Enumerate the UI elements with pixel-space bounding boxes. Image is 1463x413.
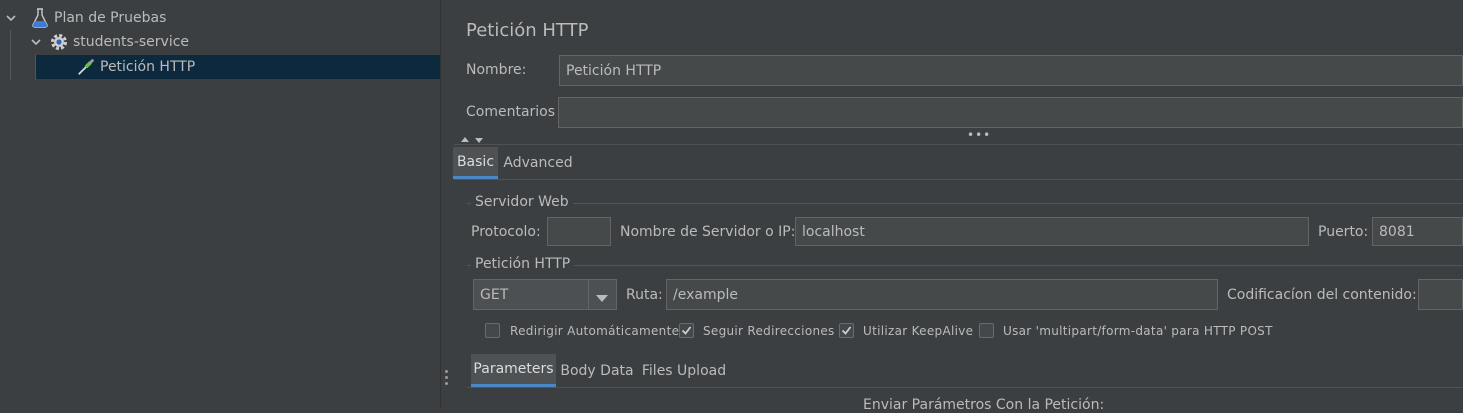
redirect-auto-label: Redirigir Automáticamente (510, 324, 680, 338)
splitter-grip[interactable] (445, 382, 448, 385)
port-field[interactable]: 8081 (1372, 217, 1463, 246)
multipart-checkbox[interactable] (979, 323, 994, 338)
comments-field[interactable] (558, 97, 1463, 128)
name-label: Nombre: (466, 62, 527, 78)
name-field[interactable]: Petición HTTP (559, 55, 1463, 86)
divider (454, 144, 1463, 145)
follow-redirects-checkbox[interactable] (679, 323, 694, 338)
keepalive-label: Utilizar KeepAlive (863, 324, 974, 338)
multipart-label: Usar 'multipart/form-data' para HTTP POS… (1003, 324, 1273, 338)
server-group-title: Servidor Web (471, 194, 573, 210)
tab-body-data[interactable]: Body Data (558, 354, 636, 387)
tree-item-http-request[interactable]: Petición HTTP (36, 55, 440, 79)
splitter-grip[interactable] (445, 370, 448, 373)
tree-item-label: Petición HTTP (100, 59, 196, 75)
divider (467, 387, 1463, 388)
tree-item-label: students-service (73, 34, 190, 50)
gear-icon (49, 32, 69, 52)
splitter-grip[interactable] (445, 376, 448, 379)
tab-advanced[interactable]: Advanced (500, 147, 576, 179)
divider (454, 179, 1463, 180)
pipette-icon (76, 57, 96, 77)
group-border (467, 265, 1463, 266)
tab-parameters[interactable]: Parameters (471, 354, 556, 387)
tree-item-label: Plan de Pruebas (54, 10, 167, 26)
protocol-field[interactable] (547, 217, 611, 246)
group-border (467, 203, 1463, 204)
divider (588, 280, 589, 309)
test-plan-tree: Plan de Pruebas students-service Petició… (0, 0, 441, 408)
collapse-arrows-icon[interactable] (460, 133, 490, 143)
path-label: Ruta: (626, 287, 663, 303)
drag-handle-icon[interactable]: ••• (967, 128, 991, 142)
server-label: Nombre de Servidor o IP: (620, 224, 796, 240)
params-caption: Enviar Parámetros Con la Petición: (863, 397, 1105, 413)
dropdown-arrow-icon[interactable] (596, 291, 608, 307)
encoding-field[interactable] (1418, 279, 1463, 310)
encoding-label: Codificacíon del contenido: (1227, 287, 1417, 303)
tree-item-thread-group[interactable]: students-service (0, 30, 440, 54)
panel-splitter[interactable] (440, 0, 455, 408)
checkmark-icon (681, 326, 692, 335)
path-field[interactable]: /example (666, 279, 1218, 310)
request-group-title: Petición HTTP (471, 256, 575, 272)
follow-redirects-label: Seguir Redirecciones (703, 324, 835, 338)
flask-icon (30, 8, 50, 28)
checkmark-icon (841, 326, 852, 335)
comments-label: Comentarios (466, 104, 556, 120)
port-label: Puerto: (1318, 224, 1369, 240)
chevron-down-icon[interactable] (29, 35, 43, 49)
panel-title: Petición HTTP (466, 20, 589, 41)
redirect-auto-checkbox[interactable] (485, 323, 500, 338)
protocol-label: Protocolo: (471, 224, 541, 240)
keepalive-checkbox[interactable] (839, 323, 854, 338)
tab-basic[interactable]: Basic (453, 147, 498, 179)
method-value: GET (480, 286, 509, 303)
tab-files-upload[interactable]: Files Upload (638, 354, 730, 387)
tree-item-test-plan[interactable]: Plan de Pruebas (0, 6, 440, 30)
chevron-down-icon[interactable] (4, 11, 18, 25)
server-field[interactable]: localhost (795, 217, 1309, 246)
